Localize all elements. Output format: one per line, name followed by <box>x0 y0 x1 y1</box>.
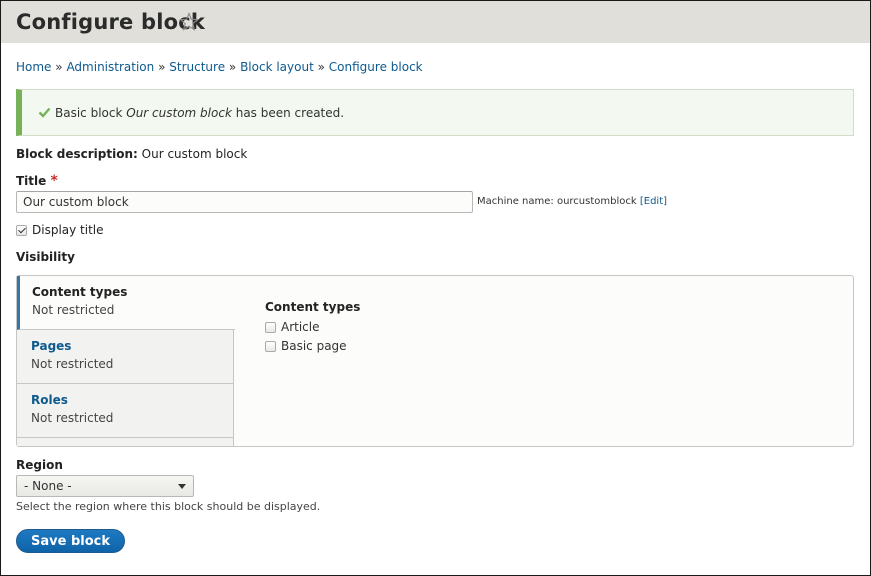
status-text: Basic block Our custom block has been cr… <box>55 106 344 120</box>
pane-heading: Content types <box>265 300 361 314</box>
title-label-text: Title <box>16 174 47 188</box>
breadcrumb-separator: » <box>228 60 237 74</box>
breadcrumb-administration[interactable]: Administration <box>66 60 154 74</box>
tab-content-types[interactable]: Content types Not restricted <box>17 276 235 330</box>
title-input[interactable] <box>16 191 473 213</box>
tab-roles[interactable]: Roles Not restricted <box>17 384 234 438</box>
option-article: Article <box>265 320 360 334</box>
status-message: Basic block Our custom block has been cr… <box>16 89 854 136</box>
region-select[interactable]: - None - <box>16 475 194 497</box>
status-suffix: has been created. <box>231 106 345 120</box>
block-description-label: Block description: <box>16 147 138 161</box>
article-label: Article <box>281 320 320 334</box>
article-checkbox[interactable] <box>265 321 276 333</box>
breadcrumb-separator: » <box>317 60 325 74</box>
breadcrumb-home[interactable]: Home <box>16 60 51 74</box>
region-selected-value: - None - <box>24 479 72 493</box>
display-title-label: Display title <box>32 223 104 237</box>
option-basic-page: Basic page <box>265 339 360 353</box>
basic-page-checkbox[interactable] <box>265 340 276 352</box>
tab-summary: Not restricted <box>32 303 115 317</box>
required-marker: * <box>50 173 58 189</box>
check-icon <box>38 107 51 118</box>
tab-pages[interactable]: Pages Not restricted <box>17 330 234 384</box>
breadcrumb-structure[interactable]: Structure <box>169 60 225 74</box>
block-description: Block description: Our custom block <box>16 147 247 161</box>
display-title-field: Display title <box>16 223 104 237</box>
visibility-vertical-tabs: Content types Not restricted Pages Not r… <box>16 275 854 447</box>
breadcrumb: Home » Administration » Structure » Bloc… <box>16 60 423 74</box>
breadcrumb-block-layout[interactable]: Block layout <box>240 60 314 74</box>
page-header: Configure block <box>1 1 870 43</box>
tab-title: Content types <box>32 285 128 299</box>
block-description-value: Our custom block <box>137 147 248 161</box>
breadcrumb-separator: » <box>55 60 63 74</box>
content-types-pane: Content types Article Basic page <box>265 300 360 358</box>
status-block-name: Our custom block <box>126 106 232 120</box>
save-block-button[interactable]: Save block <box>16 529 125 553</box>
tab-title: Roles <box>31 393 68 407</box>
machine-name: Machine name: ourcustomblock [Edit] <box>477 196 667 207</box>
machine-name-text: Machine name: ourcustomblock <box>477 196 640 207</box>
visibility-label: Visibility <box>16 250 75 264</box>
tab-summary: Not restricted <box>31 357 114 371</box>
dropdown-arrow-icon <box>178 484 186 489</box>
star-outline-icon[interactable] <box>179 12 199 32</box>
tab-title: Pages <box>31 339 72 353</box>
status-prefix: Basic block <box>55 106 127 120</box>
basic-page-label: Basic page <box>281 339 347 353</box>
region-help-text: Select the region where this block shoul… <box>16 500 321 513</box>
machine-name-edit-link[interactable]: [Edit] <box>640 196 667 207</box>
region-label: Region <box>16 458 63 472</box>
tab-summary: Not restricted <box>31 411 114 425</box>
display-title-checkbox[interactable] <box>16 224 27 236</box>
page-title: Configure block <box>16 10 206 34</box>
title-label: Title * <box>16 173 58 189</box>
vertical-tabs-menu: Content types Not restricted Pages Not r… <box>17 276 235 446</box>
breadcrumb-configure-block[interactable]: Configure block <box>329 60 423 74</box>
breadcrumb-separator: » <box>158 60 166 74</box>
